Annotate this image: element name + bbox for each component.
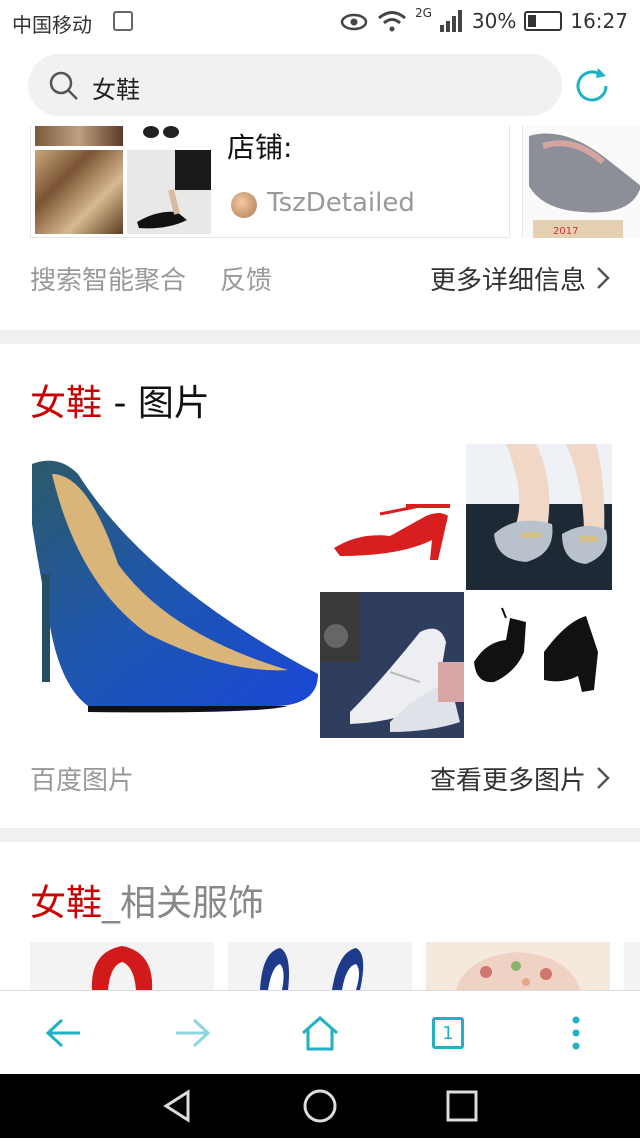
search-input[interactable]: 女鞋: [28, 54, 562, 116]
tabs-button[interactable]: 1: [420, 1005, 476, 1061]
shop-thumb-1: [35, 126, 123, 146]
menu-button[interactable]: [548, 1005, 604, 1061]
related-item-floral-top[interactable]: [426, 942, 610, 990]
home-icon: [302, 1015, 338, 1051]
shop-avatar: [231, 192, 257, 218]
tab-count: 1: [442, 1022, 454, 1044]
refresh-icon[interactable]: [570, 64, 614, 108]
shop-thumb-4: [127, 150, 211, 234]
clock: 16:27: [570, 9, 628, 33]
related-title: _相关服饰: [102, 883, 265, 924]
browser-toolbar: 1: [0, 990, 640, 1074]
image-grid: [28, 444, 612, 738]
network-type: 2G: [414, 6, 432, 20]
status-right: 2G 30% 16:27: [339, 6, 628, 33]
nav-recents-icon[interactable]: [442, 1086, 482, 1126]
images-title: 图片: [137, 383, 210, 424]
section-divider: [0, 828, 640, 842]
feedback-link[interactable]: 反馈: [220, 260, 272, 297]
search-icon: [49, 71, 78, 100]
forward-button[interactable]: [164, 1005, 220, 1061]
chevron-right-icon: [597, 267, 610, 289]
sim-notification-icon: [113, 11, 133, 31]
related-items-row: [30, 942, 640, 990]
back-button[interactable]: [36, 1005, 92, 1061]
shop-thumb-2: [127, 126, 211, 146]
image-red-heels[interactable]: [320, 444, 464, 590]
tabs-icon: 1: [432, 1017, 464, 1049]
system-nav-bar: [0, 1074, 640, 1138]
images-footer: 百度图片 查看更多图片: [30, 758, 610, 798]
more-images-link[interactable]: 查看更多图片: [430, 760, 586, 797]
wifi-icon: [378, 11, 406, 32]
images-section-title[interactable]: 女鞋 - 图片: [30, 374, 210, 426]
related-keyword: 女鞋: [30, 883, 103, 924]
image-white-oxfords[interactable]: [320, 592, 464, 738]
signal-icon: [439, 10, 462, 32]
aggregate-links-row: 搜索智能聚合 反馈 更多详细信息: [30, 256, 610, 302]
shop-thumb-3: [35, 150, 123, 234]
related-item-hoodie[interactable]: [30, 942, 214, 990]
status-bar: 中国移动 2G 30% 16:27: [0, 0, 640, 44]
image-black-boots[interactable]: [466, 592, 612, 738]
image-loafers-feet[interactable]: [466, 444, 612, 590]
related-section-title[interactable]: 女鞋_相关服饰: [30, 874, 264, 926]
images-keyword: 女鞋: [30, 383, 103, 424]
image-blue-pump[interactable]: [28, 444, 318, 738]
aggregate-card-strip[interactable]: 店铺: TszDetailed 2017: [0, 126, 640, 240]
images-separator: -: [102, 383, 138, 424]
back-arrow-icon: [46, 1018, 80, 1048]
search-query: 女鞋: [92, 76, 140, 104]
shop-username: TszDetailed: [267, 188, 415, 218]
battery-percent: 30%: [471, 9, 517, 33]
image-source: 百度图片: [30, 766, 135, 796]
shop-label: 店铺:: [227, 131, 293, 164]
carrier-name: 中国移动: [12, 13, 92, 37]
eye-comfort-icon: [340, 13, 368, 31]
more-details-link[interactable]: 更多详细信息: [430, 260, 586, 297]
more-vertical-icon: [572, 1016, 580, 1050]
shop-card[interactable]: 店铺: TszDetailed: [30, 126, 510, 238]
svg-text:2017: 2017: [553, 226, 578, 237]
forward-arrow-icon: [176, 1018, 210, 1048]
battery-icon: [524, 11, 563, 31]
related-item-shoes[interactable]: [228, 942, 412, 990]
section-divider: [0, 330, 640, 344]
related-item-partial[interactable]: [624, 942, 640, 990]
aggregate-label: 搜索智能聚合: [30, 266, 187, 296]
chevron-right-icon: [597, 767, 610, 789]
home-button[interactable]: [292, 1005, 348, 1061]
nav-home-icon[interactable]: [300, 1086, 340, 1126]
nav-back-icon[interactable]: [158, 1086, 198, 1126]
search-row: 女鞋: [0, 52, 640, 118]
side-card[interactable]: 2017: [522, 126, 640, 238]
